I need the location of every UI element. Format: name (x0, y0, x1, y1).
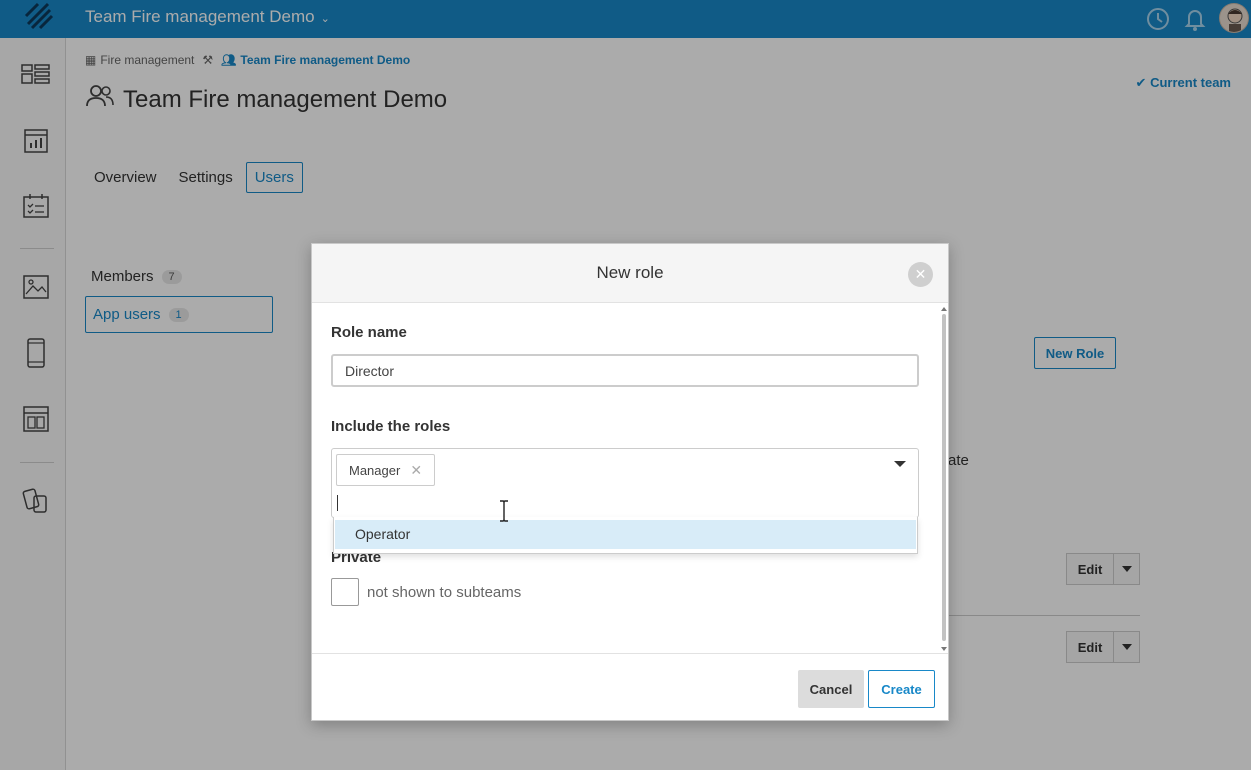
mouse-cursor-icon (498, 500, 510, 522)
dropdown-option-operator[interactable]: Operator (335, 520, 916, 549)
modal-body: Role name Director Include the roles Man… (312, 304, 940, 652)
modal-header: New role ✕ (312, 244, 948, 303)
modal-scrollbar[interactable] (940, 306, 948, 652)
create-button[interactable]: Create (868, 670, 935, 708)
role-name-input[interactable]: Director (331, 354, 919, 387)
modal-footer: Cancel Create (312, 653, 948, 720)
roles-dropdown: Operator (333, 517, 918, 554)
scrollbar-thumb[interactable] (942, 314, 946, 641)
modal-title: New role (596, 263, 664, 282)
role-name-label: Role name (331, 324, 407, 341)
private-checkbox-label: not shown to subteams (367, 584, 522, 601)
cancel-button[interactable]: Cancel (798, 670, 864, 708)
text-cursor (337, 495, 338, 511)
dropdown-arrow-icon[interactable] (894, 461, 906, 467)
private-checkbox[interactable] (331, 578, 359, 606)
role-chip-label: Manager (349, 462, 401, 478)
role-chip-manager: Manager ✕ (336, 454, 436, 486)
new-role-modal: New role ✕ Role name Director Include th… (311, 243, 949, 721)
include-roles-label: Include the roles (331, 418, 451, 435)
include-roles-select[interactable]: Manager ✕ (331, 448, 919, 518)
remove-icon[interactable]: ✕ (410, 462, 422, 479)
close-icon[interactable]: ✕ (908, 262, 933, 287)
